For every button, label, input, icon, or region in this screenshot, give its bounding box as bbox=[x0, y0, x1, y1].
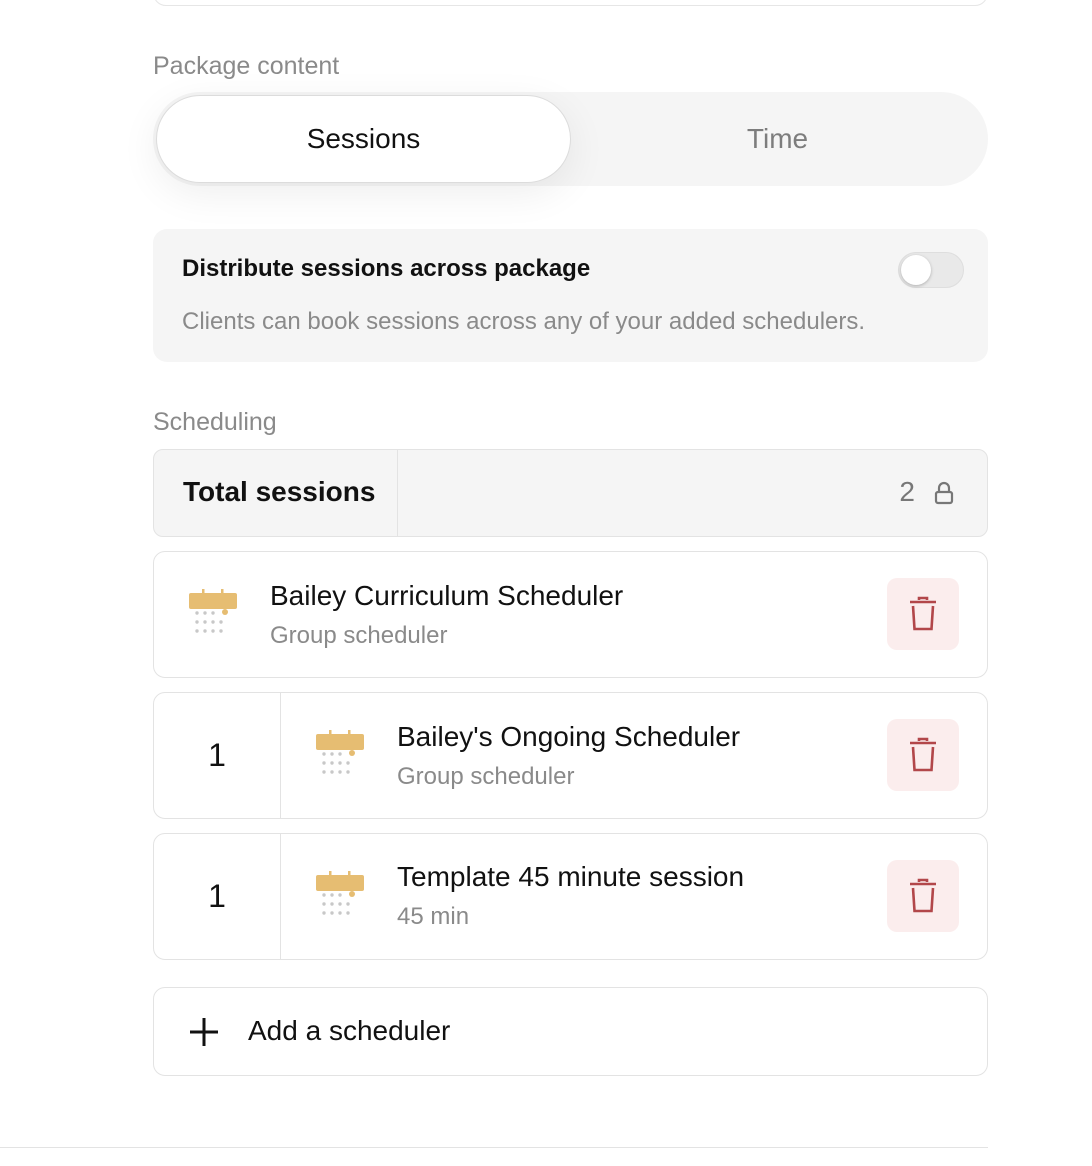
scheduler-type: Group scheduler bbox=[397, 763, 575, 790]
plus-icon bbox=[190, 1018, 218, 1046]
scheduler-item: 1 Bailey's Ongoing Scheduler Group sched… bbox=[153, 692, 988, 819]
trash-icon bbox=[910, 878, 936, 913]
add-scheduler-button[interactable]: Add a scheduler bbox=[153, 987, 988, 1076]
total-sessions-value: 2 bbox=[899, 476, 915, 507]
scheduler-duration: 45 min bbox=[397, 903, 470, 930]
tab-sessions[interactable]: Sessions bbox=[156, 95, 571, 183]
distribute-sessions-title: Distribute sessions across package bbox=[182, 255, 591, 282]
scheduler-name: Template 45 minute session bbox=[397, 861, 745, 892]
total-sessions-row: Total sessions 2 bbox=[153, 449, 988, 537]
package-content-selector: Sessions Time bbox=[153, 92, 988, 186]
lock-icon bbox=[934, 481, 954, 505]
delete-scheduler-button[interactable] bbox=[887, 860, 959, 932]
calendar-icon bbox=[189, 589, 237, 633]
tab-time[interactable]: Time bbox=[570, 95, 985, 183]
delete-scheduler-button[interactable] bbox=[887, 578, 959, 650]
scheduler-name: Bailey's Ongoing Scheduler bbox=[397, 721, 741, 752]
scheduler-type: Group scheduler bbox=[270, 622, 448, 649]
scheduler-name: Bailey Curriculum Scheduler bbox=[270, 580, 624, 611]
trash-icon bbox=[910, 596, 936, 631]
distribute-sessions-description: Clients can book sessions across any of … bbox=[182, 308, 866, 335]
trash-icon bbox=[910, 737, 936, 772]
toggle-knob bbox=[901, 255, 931, 285]
distribute-sessions-toggle[interactable] bbox=[898, 252, 964, 288]
distribute-sessions-card: Distribute sessions across package Clien… bbox=[153, 229, 988, 362]
previous-field-card bbox=[153, 0, 988, 6]
scheduler-item: Bailey Curriculum Scheduler Group schedu… bbox=[153, 551, 988, 678]
calendar-icon bbox=[316, 871, 364, 915]
divider bbox=[0, 1147, 988, 1148]
package-content-label: Package content bbox=[153, 52, 340, 80]
session-count[interactable]: 1 bbox=[154, 693, 281, 818]
scheduling-label: Scheduling bbox=[153, 408, 277, 436]
total-sessions-label: Total sessions bbox=[183, 476, 376, 507]
scheduler-item: 1 Template 45 minute session 45 min bbox=[153, 833, 988, 960]
divider bbox=[397, 450, 398, 536]
add-scheduler-label: Add a scheduler bbox=[248, 1015, 451, 1046]
delete-scheduler-button[interactable] bbox=[887, 719, 959, 791]
session-count[interactable]: 1 bbox=[154, 834, 281, 959]
calendar-icon bbox=[316, 730, 364, 774]
